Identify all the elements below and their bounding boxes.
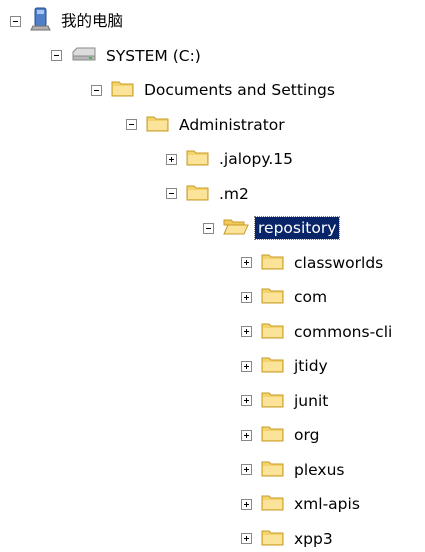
tree-item[interactable]: .m2 bbox=[166, 181, 252, 207]
folder-open-icon bbox=[223, 216, 249, 240]
tree-item-label[interactable]: classworlds bbox=[291, 252, 386, 274]
folder-icon bbox=[261, 389, 285, 413]
tree-item-label[interactable]: xpp3 bbox=[291, 528, 336, 550]
tree-item-label[interactable]: 我的电脑 bbox=[58, 10, 126, 32]
expand-toggle[interactable] bbox=[241, 395, 252, 406]
collapse-toggle[interactable] bbox=[126, 119, 137, 130]
collapse-toggle[interactable] bbox=[51, 50, 62, 61]
tree-item[interactable]: xpp3 bbox=[241, 526, 336, 552]
folder-icon bbox=[261, 458, 285, 482]
folder-icon bbox=[261, 354, 285, 378]
tree-item[interactable]: SYSTEM (C:) bbox=[51, 43, 204, 69]
tree-item[interactable]: commons-cli bbox=[241, 319, 395, 345]
tree-item-label[interactable]: .m2 bbox=[216, 183, 252, 205]
tree-item-label[interactable]: org bbox=[291, 424, 322, 446]
folder-tree-view: 我的电脑 SYSTEM (C:) Documents and Settings Adm… bbox=[0, 0, 425, 548]
tree-item[interactable]: .jalopy.15 bbox=[166, 146, 296, 172]
folder-icon bbox=[261, 423, 285, 447]
tree-item[interactable]: 我的电脑 bbox=[10, 7, 126, 35]
folder-icon bbox=[111, 78, 135, 102]
expand-toggle[interactable] bbox=[241, 429, 252, 441]
drive-icon bbox=[71, 47, 97, 65]
expand-toggle[interactable] bbox=[241, 326, 252, 337]
folder-icon bbox=[146, 113, 170, 137]
tree-item[interactable]: Documents and Settings bbox=[91, 77, 338, 103]
tree-item[interactable]: org bbox=[241, 422, 322, 448]
tree-item-label[interactable]: plexus bbox=[291, 459, 347, 481]
expand-toggle[interactable] bbox=[241, 464, 252, 475]
tree-item[interactable]: plexus bbox=[241, 457, 347, 483]
tree-item[interactable]: jtidy bbox=[241, 353, 331, 379]
expand-toggle[interactable] bbox=[166, 153, 177, 165]
tree-item-label[interactable]: com bbox=[291, 286, 330, 308]
folder-icon bbox=[261, 251, 285, 275]
computer-icon bbox=[30, 7, 52, 35]
expand-toggle[interactable] bbox=[241, 291, 252, 303]
collapse-toggle[interactable] bbox=[203, 222, 214, 234]
tree-item[interactable]: repository bbox=[203, 215, 341, 241]
folder-icon bbox=[186, 147, 210, 171]
tree-item-label[interactable]: repository bbox=[253, 216, 341, 240]
tree-item-label[interactable]: commons-cli bbox=[291, 321, 395, 343]
expand-toggle[interactable] bbox=[241, 533, 252, 544]
tree-item-label[interactable]: xml-apis bbox=[291, 493, 363, 515]
expand-toggle[interactable] bbox=[241, 257, 252, 268]
tree-item-label[interactable]: Documents and Settings bbox=[141, 79, 338, 101]
folder-icon bbox=[261, 285, 285, 309]
collapse-toggle[interactable] bbox=[10, 15, 21, 27]
tree-item-label[interactable]: SYSTEM (C:) bbox=[103, 45, 204, 67]
collapse-toggle[interactable] bbox=[91, 84, 102, 96]
folder-icon bbox=[186, 182, 210, 206]
tree-item[interactable]: Administrator bbox=[126, 112, 288, 138]
tree-item[interactable]: com bbox=[241, 284, 330, 310]
tree-item-label[interactable]: Administrator bbox=[176, 114, 288, 136]
tree-item[interactable]: junit bbox=[241, 388, 331, 414]
tree-item-label[interactable]: junit bbox=[291, 390, 331, 412]
tree-item-label[interactable]: .jalopy.15 bbox=[216, 148, 296, 170]
tree-item[interactable]: classworlds bbox=[241, 250, 386, 276]
tree-item-label[interactable]: jtidy bbox=[291, 355, 331, 377]
tree-item[interactable]: xml-apis bbox=[241, 491, 363, 517]
collapse-toggle[interactable] bbox=[166, 188, 177, 199]
folder-icon bbox=[261, 320, 285, 344]
expand-toggle[interactable] bbox=[241, 498, 252, 510]
folder-icon bbox=[261, 492, 285, 516]
expand-toggle[interactable] bbox=[241, 360, 252, 372]
